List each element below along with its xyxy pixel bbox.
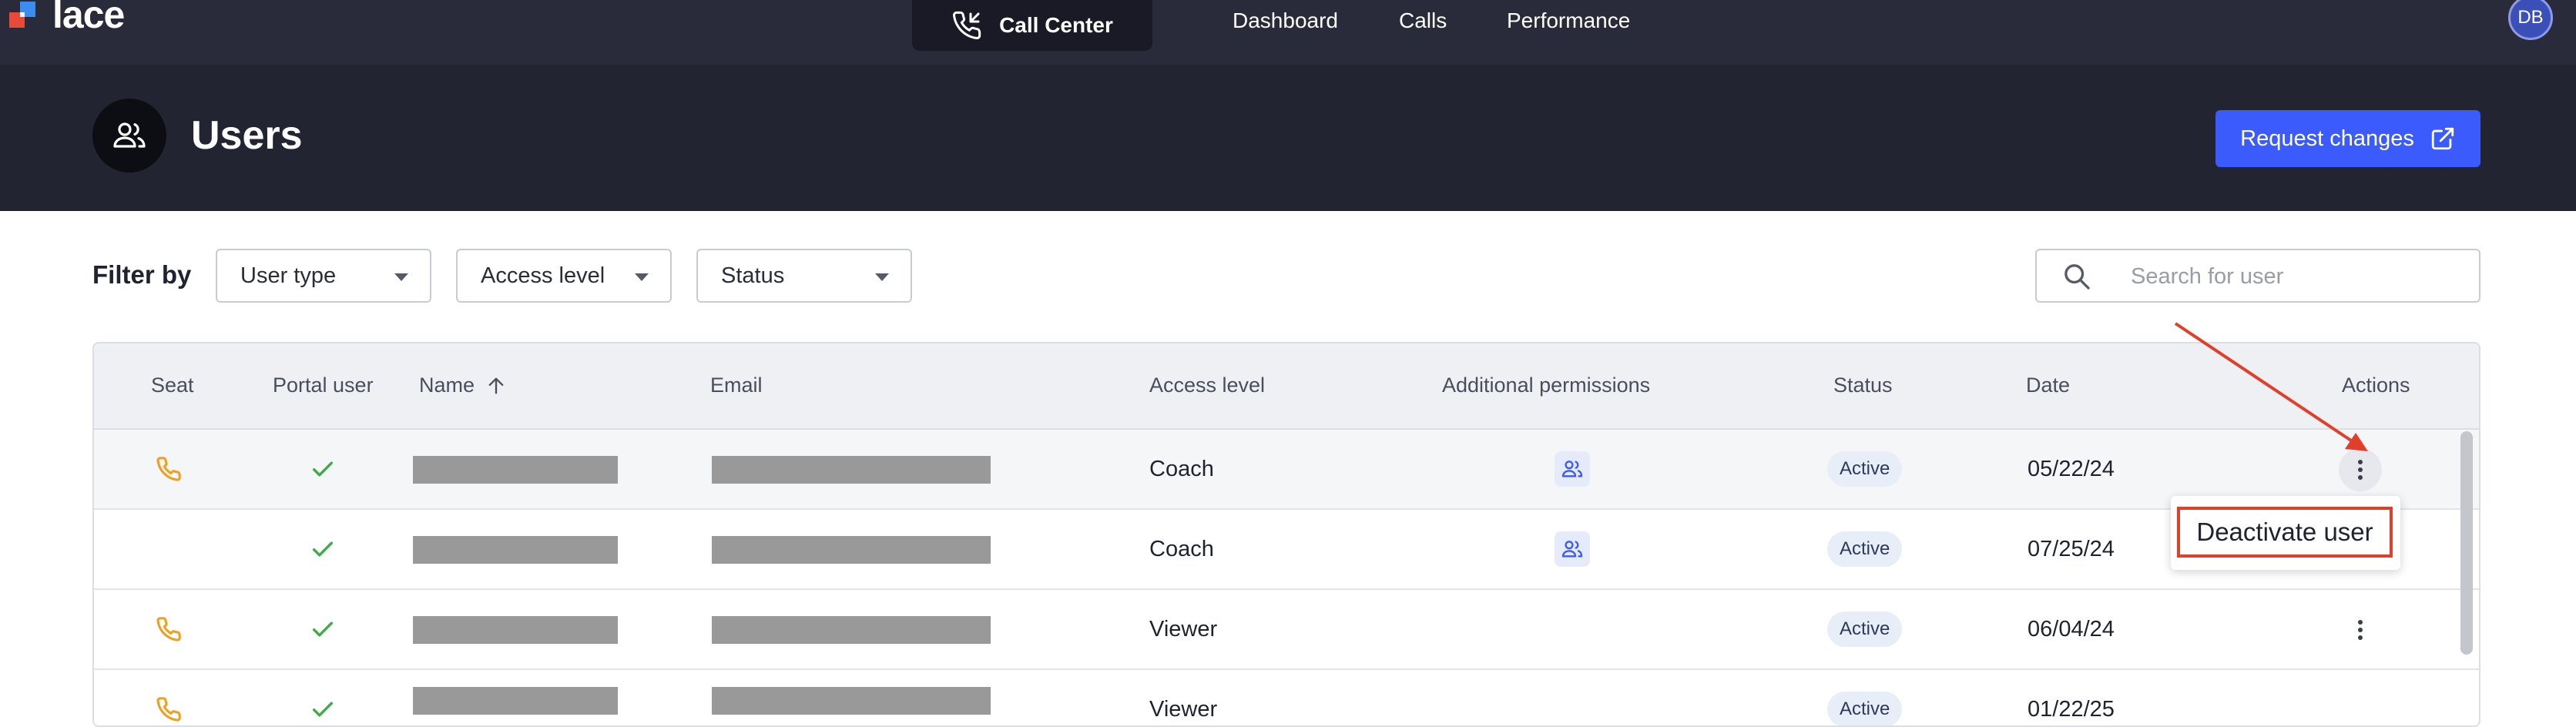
table-header: Seat Portal user Name Email Access level… — [94, 343, 2479, 430]
table-row[interactable]: Coach Active 05/22/24 — [94, 430, 2479, 510]
status-badge: Active — [1827, 611, 1903, 647]
col-name[interactable]: Name — [419, 373, 475, 397]
date-cell: 07/25/24 — [2028, 537, 2115, 561]
col-date[interactable]: Date — [2026, 373, 2070, 397]
actions-dropdown: Deactivate user — [2171, 496, 2400, 570]
col-additional-permissions[interactable]: Additional permissions — [1442, 373, 1650, 397]
sort-up-arrow-icon[interactable] — [485, 374, 507, 397]
seat-phone-icon — [156, 697, 181, 722]
top-nav: lace Call Center Dashboard Calls Perform… — [0, 0, 2576, 65]
date-cell: 05/22/24 — [2028, 457, 2115, 481]
user-type-select[interactable]: User type — [216, 249, 431, 303]
actions-menu-button[interactable] — [2339, 448, 2382, 491]
name-cell — [413, 616, 618, 644]
access-level-cell: Coach — [1149, 457, 1214, 481]
name-cell — [413, 456, 618, 484]
logo[interactable]: lace — [9, 0, 125, 39]
name-cell — [413, 536, 618, 564]
col-portal-user[interactable]: Portal user — [273, 373, 374, 397]
col-email[interactable]: Email — [710, 373, 763, 397]
phone-icon — [953, 11, 981, 39]
page-header: Users Request changes — [0, 65, 2576, 211]
filter-label: Filter by — [92, 260, 192, 289]
nav-calls[interactable]: Calls — [1399, 8, 1447, 34]
search-icon — [2064, 264, 2090, 290]
seat-phone-icon — [156, 457, 181, 481]
user-avatar[interactable]: DB — [2508, 0, 2553, 40]
kebab-menu-icon — [2358, 620, 2363, 640]
search-box[interactable] — [2035, 249, 2480, 303]
access-level-cell: Viewer — [1149, 697, 1218, 722]
table-row[interactable]: Viewer Active 06/04/24 — [94, 590, 2479, 670]
call-center-tab[interactable]: Call Center — [912, 0, 1152, 51]
chevron-down-icon — [635, 273, 649, 281]
logo-mark-icon — [9, 2, 35, 28]
chevron-down-icon — [394, 273, 408, 281]
col-seat[interactable]: Seat — [151, 373, 194, 397]
search-input[interactable] — [2129, 258, 2464, 295]
date-cell: 06/04/24 — [2028, 617, 2115, 642]
nav-dashboard[interactable]: Dashboard — [1233, 8, 1338, 34]
name-cell — [413, 687, 618, 715]
team-permission-icon — [1555, 451, 1590, 487]
chevron-down-icon — [875, 273, 889, 281]
email-cell — [712, 456, 991, 484]
table-row[interactable]: Viewer Active 01/22/25 — [94, 670, 2479, 725]
access-level-select[interactable]: Access level — [456, 249, 672, 303]
users-table: Seat Portal user Name Email Access level… — [92, 342, 2480, 727]
check-icon — [312, 621, 334, 637]
col-access-level[interactable]: Access level — [1149, 373, 1265, 397]
status-value: Status — [721, 263, 785, 288]
actions-menu-button[interactable] — [2339, 608, 2382, 652]
email-cell — [712, 536, 991, 564]
request-changes-button[interactable]: Request changes — [2215, 110, 2480, 167]
access-level-value: Access level — [481, 263, 605, 288]
kebab-menu-icon — [2358, 460, 2363, 480]
status-badge: Active — [1827, 531, 1903, 567]
table-row[interactable]: Coach Active 07/25/24 — [94, 510, 2479, 590]
page-title: Users — [191, 113, 303, 158]
status-badge: Active — [1827, 451, 1903, 487]
users-icon — [92, 99, 166, 173]
check-icon — [312, 541, 334, 557]
deactivate-user-option[interactable]: Deactivate user — [2177, 507, 2393, 558]
check-icon — [312, 461, 334, 477]
call-center-label: Call Center — [999, 13, 1113, 37]
check-icon — [312, 702, 334, 717]
seat-phone-icon — [156, 617, 181, 642]
status-badge: Active — [1827, 692, 1903, 725]
table-scrollbar[interactable] — [2460, 431, 2473, 655]
email-cell — [712, 687, 991, 715]
request-changes-label: Request changes — [2240, 126, 2414, 151]
external-link-icon — [2431, 127, 2454, 150]
email-cell — [712, 616, 991, 644]
user-type-value: User type — [240, 263, 337, 288]
date-cell: 01/22/25 — [2028, 697, 2115, 722]
nav-performance[interactable]: Performance — [1507, 8, 1630, 34]
col-status[interactable]: Status — [1833, 373, 1893, 397]
team-permission-icon — [1555, 531, 1590, 567]
access-level-cell: Coach — [1149, 537, 1214, 561]
logo-text: lace — [52, 0, 125, 36]
status-select[interactable]: Status — [696, 249, 912, 303]
col-actions: Actions — [2342, 374, 2410, 397]
access-level-cell: Viewer — [1149, 617, 1218, 642]
